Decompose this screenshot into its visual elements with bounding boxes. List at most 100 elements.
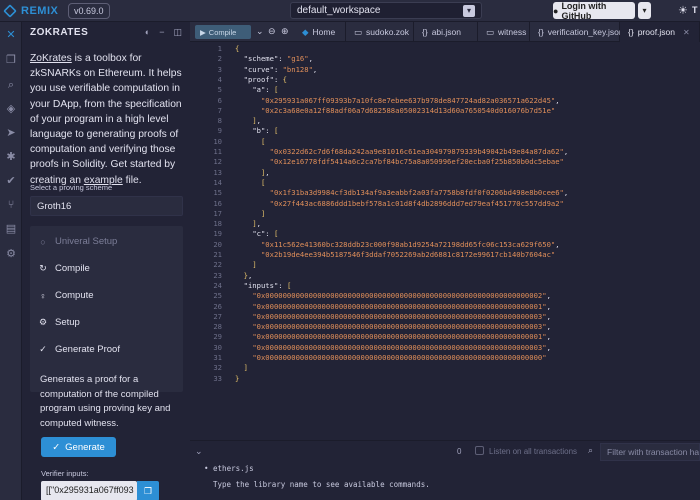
code-editor[interactable]: 1{2 "scheme": "g16", 3 "curve": "bn128", 4… bbox=[190, 42, 700, 462]
step-generate-proof[interactable]: ✓ Generate Proof bbox=[38, 344, 120, 355]
zokrates-icon[interactable]: ✕ bbox=[4, 28, 18, 42]
compile-button[interactable]: ▶ Compile bbox=[195, 25, 251, 39]
tab-home[interactable]: ◆ Home bbox=[294, 22, 346, 42]
tab-verification-key[interactable]: {} verification_key.json bbox=[530, 22, 624, 42]
github-dropdown-button[interactable]: ▾ bbox=[638, 2, 651, 19]
compile-icon[interactable]: ◈ bbox=[4, 102, 18, 116]
line-content: "a": [ bbox=[252, 85, 279, 95]
line-number: 6 bbox=[217, 95, 222, 105]
tab-abi[interactable]: {} abi.json bbox=[414, 22, 478, 42]
panel-header-icons: ◐ − ◫ bbox=[145, 27, 182, 38]
line-number: 19 bbox=[213, 229, 222, 239]
close-icon[interactable]: ✕ bbox=[683, 28, 690, 37]
step-compute[interactable]: ♀ Compute bbox=[38, 290, 94, 301]
remix-logo[interactable]: REMIX bbox=[3, 3, 62, 18]
settings-icon[interactable]: ⚙ bbox=[4, 247, 18, 261]
line-number: 5 bbox=[217, 85, 222, 95]
verifier-inputs-field[interactable]: [["0x295931a067ff093 bbox=[41, 481, 137, 500]
transaction-filter-input[interactable]: Filter with transaction hash bbox=[600, 443, 700, 461]
line-content: ], bbox=[252, 219, 261, 229]
shield-icon[interactable]: ◐ bbox=[145, 27, 150, 38]
check-icon[interactable]: ✔ bbox=[4, 174, 18, 188]
step-setup[interactable]: ⚙ Setup bbox=[38, 317, 80, 328]
line-content: "inputs": [ bbox=[243, 280, 292, 290]
file-icon: ▭ bbox=[354, 26, 363, 37]
copy-icon[interactable]: ❐ bbox=[137, 481, 159, 500]
line-content: "0x0000000000000000000000000000000000000… bbox=[252, 342, 551, 352]
line-number: 31 bbox=[213, 353, 222, 362]
files-icon[interactable]: ❐ bbox=[4, 53, 18, 67]
gear-icon: ⚙ bbox=[38, 317, 48, 327]
sun-icon[interactable]: ☀ bbox=[678, 4, 688, 17]
panel-toggle-icon[interactable]: ◫ bbox=[173, 27, 182, 38]
terminal-line: Type the library name to see available c… bbox=[213, 480, 430, 489]
zokrates-link[interactable]: ZoKrates bbox=[30, 53, 72, 64]
line-content: "curve": "bn128", bbox=[243, 64, 318, 74]
code-line: 21 "0x2b19de4ee394b5187546f3ddaf7052269a… bbox=[190, 250, 700, 260]
search-icon: ⌕ bbox=[588, 445, 594, 455]
scheme-label: Select a proving scheme bbox=[30, 183, 113, 192]
step-label: Setup bbox=[55, 317, 80, 328]
line-number: 33 bbox=[213, 373, 222, 383]
line-number: 13 bbox=[213, 167, 222, 177]
line-content: "scheme": "g16", bbox=[243, 54, 313, 64]
tab-proof[interactable]: {} proof.json ✕ bbox=[620, 22, 700, 42]
workspace-selector[interactable]: default_workspace ▾ bbox=[290, 2, 482, 19]
line-content: "0x295931a067ff09393b7a10fc8e7ebee637b97… bbox=[260, 95, 560, 105]
circle-icon: ○ bbox=[40, 236, 46, 247]
deploy-icon[interactable]: ➤ bbox=[4, 126, 18, 140]
search-icon[interactable]: ⌕ bbox=[4, 78, 18, 92]
listen-checkbox[interactable] bbox=[475, 446, 484, 455]
code-line: 33} bbox=[190, 374, 700, 384]
code-line: 18 ], bbox=[190, 219, 700, 229]
line-number: 14 bbox=[213, 177, 222, 187]
zoom-out-icon[interactable]: ⊖ bbox=[268, 26, 276, 37]
chevron-down-icon[interactable]: ⌄ bbox=[256, 26, 264, 37]
tab-witness[interactable]: ▭ witness bbox=[478, 22, 530, 42]
line-content: "0x12e16778fdf5414a6c2ca7bf84bc75a8a0509… bbox=[269, 157, 564, 167]
minus-icon[interactable]: − bbox=[159, 27, 164, 38]
home-icon: ◆ bbox=[302, 26, 309, 37]
generate-button[interactable]: ✓ Generate bbox=[41, 437, 116, 457]
line-content: "0x0000000000000000000000000000000000000… bbox=[252, 322, 551, 332]
line-number: 21 bbox=[213, 250, 222, 259]
line-content: "0x0000000000000000000000000000000000000… bbox=[252, 332, 551, 342]
code-line: 8 ], bbox=[190, 116, 700, 126]
code-line: 17 ] bbox=[190, 209, 700, 219]
generate-label: Generate bbox=[65, 441, 105, 453]
github-icon: ● bbox=[553, 5, 559, 16]
step-compile[interactable]: ↻ Compile bbox=[38, 263, 90, 274]
git-icon[interactable]: ⑂ bbox=[4, 198, 18, 212]
plugin-icon[interactable]: ▤ bbox=[4, 222, 18, 236]
code-line: 4 "proof": { bbox=[190, 75, 700, 85]
line-number: 22 bbox=[213, 260, 222, 270]
line-number: 15 bbox=[213, 188, 222, 198]
step-universal-setup[interactable]: ○ Univeral Setup bbox=[38, 236, 117, 247]
debug-icon[interactable]: ✱ bbox=[4, 150, 18, 164]
line-number: 12 bbox=[213, 157, 222, 167]
tab-label: sudoko.zok bbox=[366, 27, 410, 37]
code-line: 2 "scheme": "g16", bbox=[190, 54, 700, 64]
zoom-in-icon[interactable]: ⊕ bbox=[281, 26, 289, 37]
line-content: "proof": { bbox=[243, 74, 287, 84]
json-icon: {} bbox=[628, 27, 634, 37]
main-area: ▶ Compile ⌄ ⊖ ⊕ ◆ Home ▭ sudoko.zok {} a… bbox=[190, 22, 700, 500]
line-content: ] bbox=[252, 260, 257, 270]
tab-label: verification_key.json bbox=[547, 27, 624, 37]
remix-logo-icon bbox=[3, 3, 17, 18]
side-panel: ZOKRATES ◐ − ◫ ZoKrates is a toolbox for… bbox=[22, 22, 190, 500]
line-content: "b": [ bbox=[252, 126, 279, 136]
github-login-label: Login with GitHub bbox=[561, 0, 607, 21]
chevron-double-down-icon[interactable]: ⌄ bbox=[195, 446, 203, 457]
line-number: 9 bbox=[217, 126, 222, 136]
proving-scheme-select[interactable]: Groth16 bbox=[30, 196, 183, 216]
code-line: 3 "curve": "bn128", bbox=[190, 65, 700, 75]
code-line: 12 "0x12e16778fdf5414a6c2ca7bf84bc75a8a0… bbox=[190, 157, 700, 167]
code-line: 15 "0x1f31ba3d9984cf3db134af9a3eabbf2a03… bbox=[190, 188, 700, 198]
line-content: "0x0322d62c7d6f68da242aa9e81016c61ea3049… bbox=[269, 147, 569, 156]
line-content: [ bbox=[260, 177, 266, 187]
line-content: { bbox=[235, 44, 240, 53]
github-login-button[interactable]: ● Login with GitHub bbox=[553, 0, 635, 21]
code-line: 14 [ bbox=[190, 178, 700, 188]
tab-sudoko[interactable]: ▭ sudoko.zok bbox=[346, 22, 414, 42]
